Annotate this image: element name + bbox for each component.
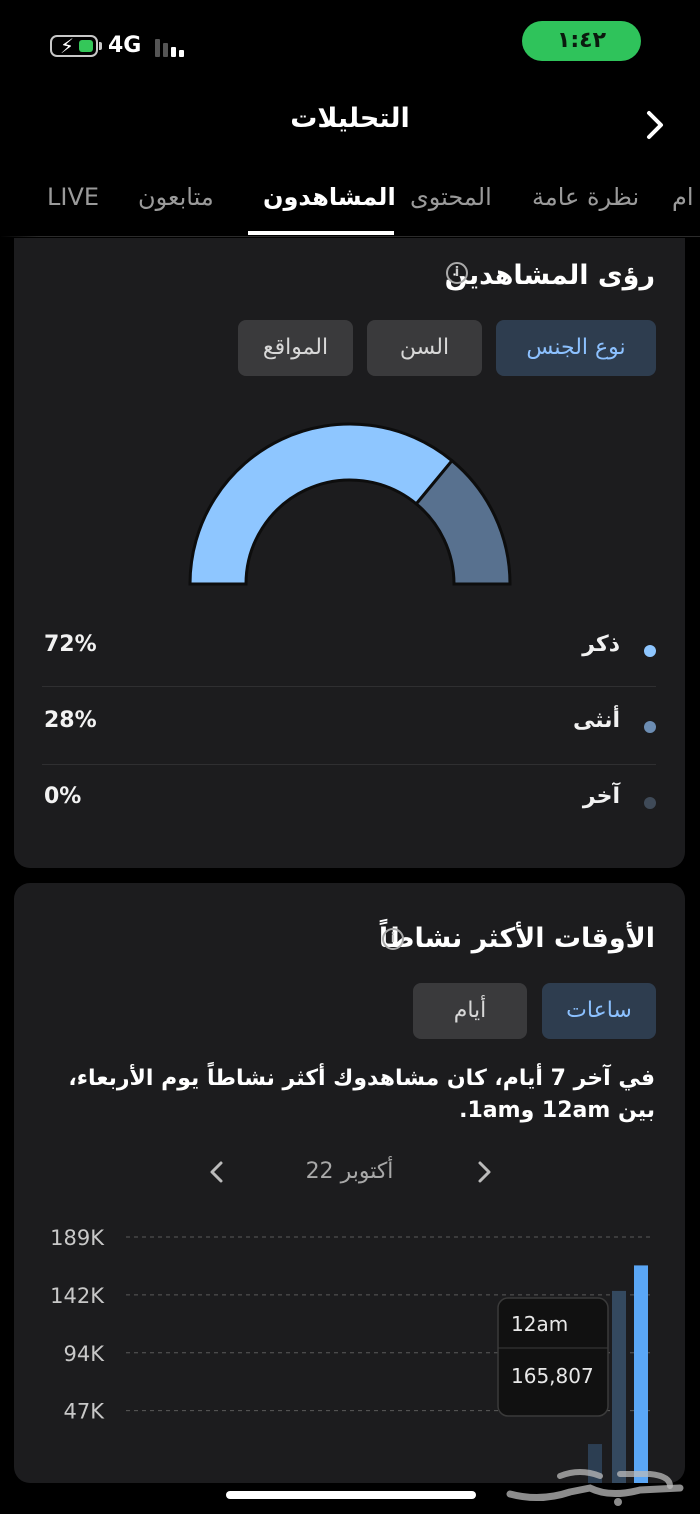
bar-11pm[interactable] — [612, 1290, 626, 1483]
next-date-button[interactable] — [469, 1157, 499, 1187]
date-label: 22 أكتوبر — [305, 1159, 394, 1184]
y-tick-label: 142K — [50, 1284, 105, 1308]
y-tick-label: 189K — [50, 1226, 105, 1250]
divider — [42, 686, 656, 687]
tooltip-value: 165,807 — [511, 1364, 594, 1388]
y-tick-label: 94K — [64, 1342, 106, 1366]
home-indicator[interactable] — [226, 1491, 476, 1499]
cellular-signal-icon — [155, 37, 191, 57]
chevron-right-icon — [478, 1161, 491, 1183]
active-times-card: الأوقات الأكثر نشاطاً i ساعات أيام في آخ… — [14, 883, 685, 1483]
legend-value: 0% — [44, 784, 82, 809]
tab-viewers[interactable]: المشاهدون — [263, 183, 396, 211]
gender-gauge-chart — [188, 422, 512, 586]
back-button[interactable] — [640, 105, 670, 145]
date-navigator: 22 أكتوبر — [14, 1153, 685, 1193]
tab-followers[interactable]: متابعون — [138, 183, 214, 211]
legend-dot — [644, 797, 656, 809]
active-times-bar-chart: 189K 142K 94K 47K 12am 165,807 — [50, 1226, 650, 1483]
segment-days[interactable]: أيام — [413, 983, 527, 1039]
clock-time[interactable]: ١:٤٢ — [522, 21, 641, 61]
active-tab-indicator — [248, 231, 394, 235]
info-icon[interactable]: i — [446, 262, 468, 284]
legend-label: ذكر — [582, 632, 620, 657]
battery-charging-icon: ⚡ — [50, 34, 102, 58]
active-times-summary: في آخر 7 أيام، كان مشاهدوك أكثر نشاطاً ي… — [68, 1066, 655, 1123]
legend-label: آخر — [582, 784, 620, 809]
chart-tooltip: 12am 165,807 — [497, 1297, 609, 1417]
haraj-watermark-logo — [506, 1469, 684, 1506]
legend-dot — [644, 645, 656, 657]
bar-12am[interactable] — [634, 1265, 648, 1483]
legend-row-other: آخر 0% — [44, 772, 656, 832]
legend-value: 28% — [44, 708, 97, 733]
page-title: التحليلات — [290, 103, 410, 134]
header: التحليلات — [0, 95, 700, 155]
status-bar: ⚡ 4G ١:٤٢ — [0, 0, 700, 90]
legend-dot — [644, 721, 656, 733]
network-type: 4G — [108, 33, 142, 58]
viewer-insights-title: رؤى المشاهدين — [444, 260, 655, 291]
tab-partial[interactable]: ام — [672, 183, 694, 211]
segment-gender[interactable]: نوع الجنس — [496, 320, 656, 376]
chevron-right-icon — [647, 111, 663, 139]
info-icon[interactable]: i — [382, 928, 404, 950]
y-tick-label: 47K — [64, 1400, 106, 1424]
segment-age[interactable]: السن — [367, 320, 482, 376]
legend-label: أنثى — [572, 708, 620, 733]
tabs-fade — [0, 165, 40, 237]
tab-live[interactable]: LIVE — [47, 183, 99, 211]
viewer-insights-card: رؤى المشاهدين i نوع الجنس السن المواقع ذ… — [14, 238, 685, 868]
divider — [42, 764, 656, 765]
segment-locations[interactable]: المواقع — [238, 320, 353, 376]
segment-hours[interactable]: ساعات — [542, 983, 656, 1039]
legend-value: 72% — [44, 632, 97, 657]
gauge-slice-0 — [188, 422, 455, 586]
active-times-title: الأوقات الأكثر نشاطاً — [378, 923, 655, 954]
legend-row-male: ذكر 72% — [44, 620, 656, 680]
tab-overview[interactable]: نظرة عامة — [532, 183, 639, 211]
legend-row-female: أنثى 28% — [44, 696, 656, 756]
tooltip-time: 12am — [511, 1312, 568, 1336]
tab-content[interactable]: المحتوى — [410, 183, 492, 211]
tab-bar: LIVE متابعون المشاهدون المحتوى نظرة عامة… — [0, 165, 700, 237]
